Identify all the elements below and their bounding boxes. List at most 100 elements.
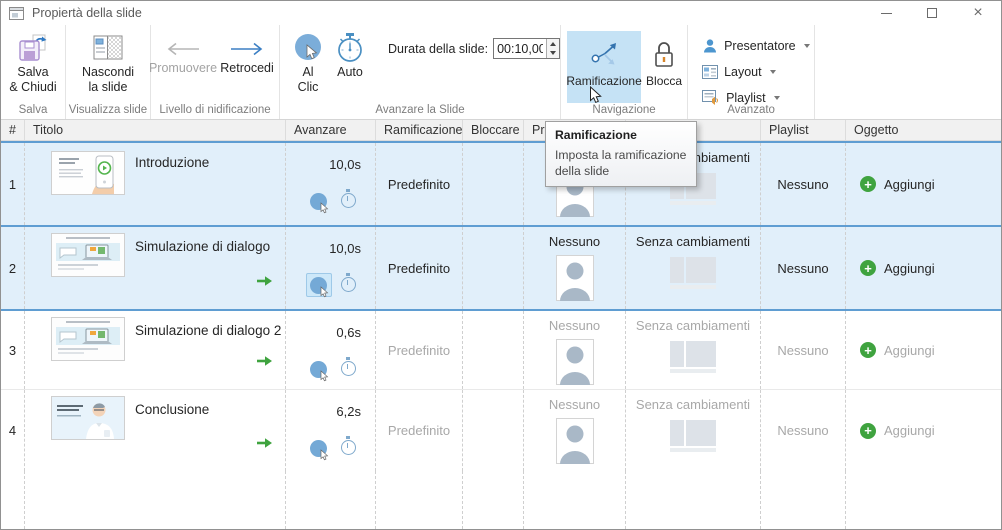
layout-dropdown[interactable]: Layout xyxy=(702,62,776,82)
add-object-label[interactable]: Aggiungi xyxy=(884,423,935,438)
presenter-label: Presentatore xyxy=(724,39,796,53)
click-advance-icon xyxy=(310,193,327,210)
branching-cell[interactable]: Predefinito xyxy=(376,227,463,309)
group-label-save: Salva xyxy=(1,104,65,116)
slide-duration-input[interactable] xyxy=(494,39,546,58)
demote-button[interactable]: Retrocedi xyxy=(215,31,279,75)
promote-button[interactable]: Promuovere xyxy=(151,31,215,75)
save-close-button[interactable]: Salva & Chiudi xyxy=(9,31,56,95)
layout-cell: Senza cambiamenti xyxy=(626,390,761,471)
advance-mode-icons xyxy=(286,436,375,460)
row-number: 3 xyxy=(1,311,25,389)
lock-cell[interactable] xyxy=(463,143,524,225)
save-close-label-1: Salva xyxy=(17,65,48,80)
window-icon xyxy=(9,7,24,20)
spin-up-button[interactable] xyxy=(547,39,559,49)
auto-advance-button[interactable]: Auto xyxy=(332,31,368,80)
add-object-label[interactable]: Aggiungi xyxy=(884,177,935,192)
layout-placeholder-icon[interactable] xyxy=(670,257,716,289)
lock-cell[interactable] xyxy=(463,311,524,389)
avatar-placeholder-icon[interactable] xyxy=(556,339,594,385)
on-click-toggle[interactable] xyxy=(306,273,332,297)
branching-cell[interactable]: Predefinito xyxy=(376,390,463,471)
on-click-toggle[interactable] xyxy=(306,357,332,381)
slide-duration-field: Durata della slide: xyxy=(388,38,560,59)
layout-placeholder-icon[interactable] xyxy=(670,341,716,373)
column-header-playlist: Playlist xyxy=(761,120,846,140)
spin-down-button[interactable] xyxy=(547,49,559,59)
advance-time: 0,6s xyxy=(336,325,361,340)
slide-duration-spinbox xyxy=(493,38,560,59)
minimize-icon xyxy=(881,13,892,14)
add-plus-icon[interactable]: + xyxy=(860,342,876,358)
demote-label: Retrocedi xyxy=(220,61,274,75)
add-plus-icon[interactable]: + xyxy=(860,260,876,276)
minimize-button[interactable] xyxy=(863,1,909,25)
window-title: Propiertà della slide xyxy=(32,6,142,20)
on-click-toggle[interactable] xyxy=(306,436,332,460)
on-click-toggle[interactable] xyxy=(306,189,332,213)
on-click-button[interactable]: Al Clic xyxy=(290,31,326,95)
branch-arrow-icon xyxy=(256,355,273,367)
avatar-placeholder-icon[interactable] xyxy=(556,418,594,464)
table-header: # Titolo Avanzare Ramificazione Bloccare… xyxy=(1,120,1001,141)
slide-thumbnail[interactable] xyxy=(51,396,125,440)
branch-arrow-icon xyxy=(256,437,273,449)
object-cell: + Aggiungi xyxy=(846,390,1001,471)
playlist-cell: Nessuno xyxy=(761,143,846,225)
presenter-value: Nessuno xyxy=(549,234,600,249)
branching-cell[interactable]: Predefinito xyxy=(376,143,463,225)
title-cell: Introduzione xyxy=(25,143,286,225)
timer-advance-icon[interactable] xyxy=(341,440,356,455)
layout-cell: Senza cambiamenti xyxy=(626,311,761,389)
slide-thumbnail[interactable] xyxy=(51,317,125,361)
advance-mode-icons xyxy=(286,273,375,297)
branching-cell[interactable]: Predefinito xyxy=(376,311,463,389)
slide-thumbnail[interactable] xyxy=(51,151,125,195)
slide-duration-spin-buttons xyxy=(546,39,559,58)
add-plus-icon[interactable]: + xyxy=(860,423,876,439)
object-cell: + Aggiungi xyxy=(846,227,1001,309)
presenter-value: Nessuno xyxy=(549,318,600,333)
presenter-dropdown[interactable]: Presentatore xyxy=(702,36,810,56)
playlist-dropdown-label: Playlist xyxy=(726,91,766,105)
maximize-button[interactable] xyxy=(909,1,955,25)
ribbon-group-nesting: Promuovere Retrocedi Livello di nidifica… xyxy=(151,25,280,119)
layout-placeholder-icon[interactable] xyxy=(670,420,716,452)
lock-button[interactable]: Blocca xyxy=(641,31,687,103)
advance-cell: 0,6s xyxy=(286,311,376,389)
on-click-label-1: Al xyxy=(302,65,313,80)
add-plus-icon[interactable]: + xyxy=(860,176,876,192)
slide-title: Conclusione xyxy=(135,402,209,417)
table-row[interactable]: 1 Introduzione 10,0s Predefinito Nessuno… xyxy=(1,141,1001,227)
add-object-label[interactable]: Aggiungi xyxy=(884,343,935,358)
hide-slide-button[interactable]: Nascondi la slide xyxy=(82,31,134,95)
layout-value: Senza cambiamenti xyxy=(636,318,750,333)
ribbon-group-advance: Al Clic Auto Durata della slide: xyxy=(280,25,561,119)
lock-label: Blocca xyxy=(646,74,682,88)
close-button[interactable]: × xyxy=(955,1,1001,25)
branching-label: Ramificazione xyxy=(566,74,641,88)
table-row[interactable]: 3 Simulazione di dialogo 2 0,6s Predefin… xyxy=(1,311,1001,390)
click-advance-icon xyxy=(310,277,327,294)
timer-advance-icon[interactable] xyxy=(341,277,356,292)
tooltip-body: Imposta la ramificazione della slide xyxy=(555,148,687,180)
table-row[interactable]: 4 Conclusione 6,2s Predefinito Nessuno S… xyxy=(1,390,1001,471)
advance-time: 10,0s xyxy=(329,241,361,256)
column-header-branching: Ramificazione xyxy=(376,120,463,140)
lock-cell[interactable] xyxy=(463,227,524,309)
timer-advance-icon[interactable] xyxy=(341,361,356,376)
add-object-label[interactable]: Aggiungi xyxy=(884,261,935,276)
timer-advance-icon[interactable] xyxy=(341,193,356,208)
slide-thumbnail[interactable] xyxy=(51,233,125,277)
slide-properties-window: Propiertà della slide × Salva & Chiudi S… xyxy=(0,0,1002,530)
lock-cell[interactable] xyxy=(463,390,524,471)
advance-cell: 6,2s xyxy=(286,390,376,471)
table-row[interactable]: 2 Simulazione di dialogo 10,0s Predefini… xyxy=(1,227,1001,311)
ribbon-group-navigation: Ramificazione Blocca Navigazione xyxy=(561,25,688,119)
layout-cell: Senza cambiamenti xyxy=(626,227,761,309)
branching-button[interactable]: Ramificazione xyxy=(567,31,641,103)
ribbon-group-save: Salva & Chiudi Salva xyxy=(1,25,66,119)
branching-icon xyxy=(588,36,620,74)
avatar-placeholder-icon[interactable] xyxy=(556,255,594,301)
